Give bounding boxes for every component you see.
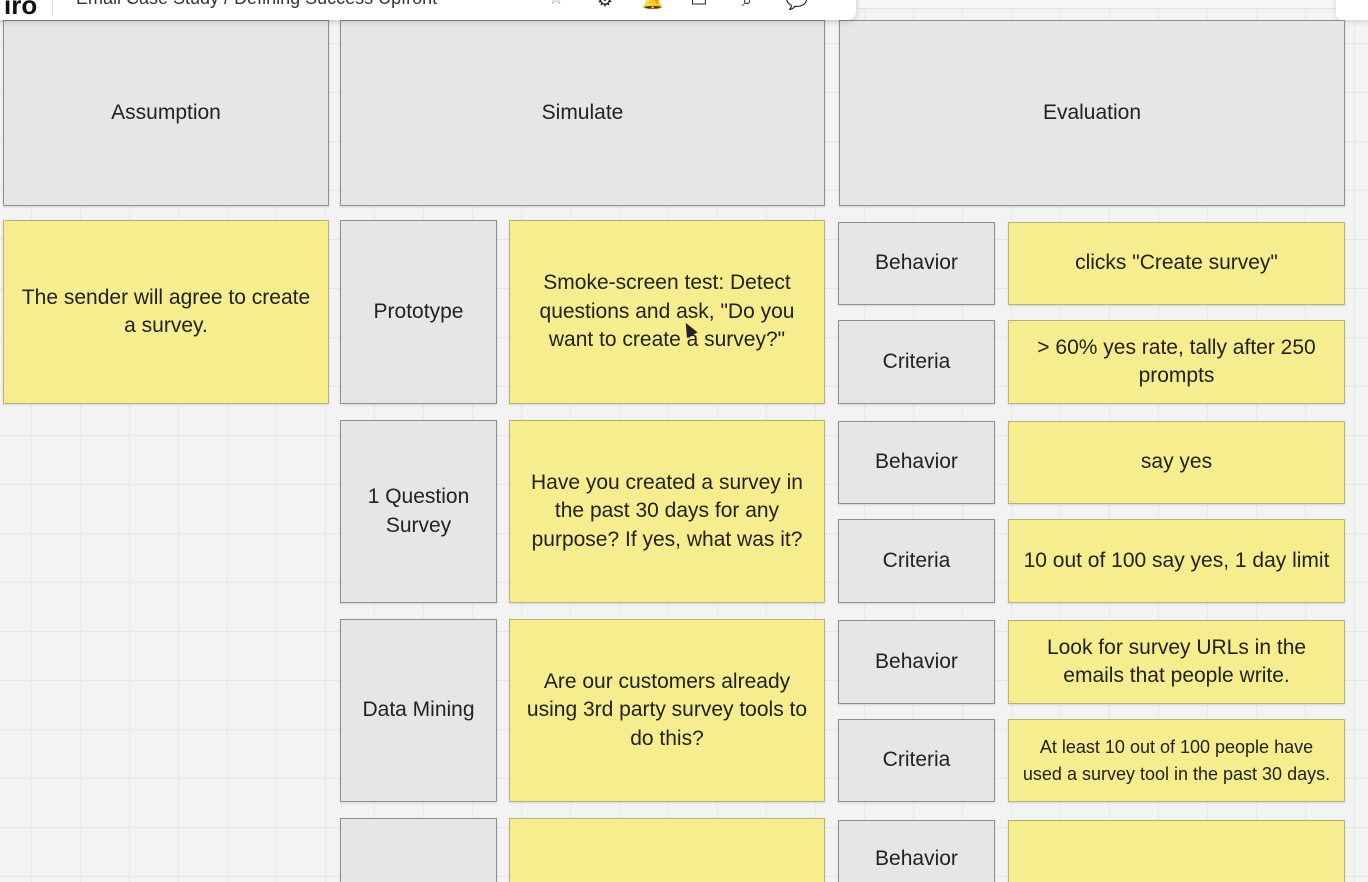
description-card[interactable]: Smoke-screen test: Detect questions and … [509,220,825,404]
behavior-label-card[interactable]: Behavior [838,620,995,704]
criteria-label-card[interactable]: Criteria [838,719,995,802]
behavior-label-card[interactable]: Behavior [838,820,995,882]
criteria-label-card[interactable]: Criteria [838,320,995,404]
board-icon[interactable]: ▭ [686,0,712,12]
toolbar-divider [52,0,53,16]
criteria-card[interactable]: 10 out of 100 say yes, 1 day limit [1008,519,1345,603]
description-card[interactable] [509,818,825,882]
description-card[interactable]: Have you created a survey in the past 30… [509,420,825,603]
criteria-label-card[interactable]: Criteria [838,519,995,603]
method-card[interactable]: Prototype [340,220,497,404]
assumption-card[interactable]: The sender will agree to create a survey… [3,220,329,404]
search-icon[interactable]: ⌕ [734,0,760,12]
criteria-card[interactable]: > 60% yes rate, tally after 250 prompts [1008,320,1345,404]
behavior-card[interactable]: say yes [1008,421,1345,504]
behavior-card[interactable]: Look for survey URLs in the emails that … [1008,620,1345,704]
behavior-card[interactable]: clicks "Create survey" [1008,222,1345,305]
star-icon[interactable]: ☆ [548,0,564,9]
method-card[interactable]: 1 Question Survey [340,420,497,603]
board-title[interactable]: Email Case Study / Defining Success Upfr… [76,0,437,9]
top-right-panel[interactable] [1336,0,1368,20]
behavior-label-card[interactable]: Behavior [838,222,995,305]
behavior-card[interactable] [1008,820,1345,882]
method-card[interactable] [340,818,497,882]
header-simulate[interactable]: Simulate [340,20,825,206]
notification-icon[interactable]: 🔔 [640,0,666,12]
method-card[interactable]: Data Mining [340,619,497,802]
header-evaluation[interactable]: Evaluation [839,20,1345,206]
criteria-card[interactable]: At least 10 out of 100 people have used … [1008,719,1345,802]
comment-icon[interactable]: 💬 [784,0,810,12]
behavior-label-card[interactable]: Behavior [838,421,995,504]
description-card[interactable]: Are our customers already using 3rd part… [509,619,825,802]
board-toolbar: iro Email Case Study / Defining Success … [0,0,856,20]
header-assumption[interactable]: Assumption [3,20,329,206]
top-right-strip [858,0,1336,9]
settings-icon[interactable]: ⚙ [592,0,618,12]
app-logo[interactable]: iro [4,0,37,21]
